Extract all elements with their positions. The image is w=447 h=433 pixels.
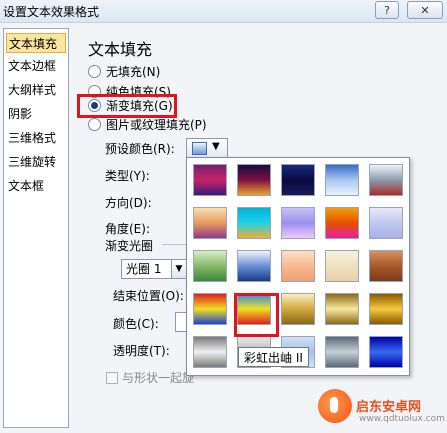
preset-gradient-swatch-24[interactable] <box>325 336 359 368</box>
preset-gradient-swatch-25[interactable] <box>369 336 403 368</box>
radio-button[interactable] <box>88 65 101 78</box>
gradient-stops-label: 渐变光圈 <box>105 239 154 253</box>
preset-gradient-swatch-13[interactable] <box>281 250 315 282</box>
chevron-down-icon: ▼ <box>212 141 220 152</box>
nav-item-3d-rotation[interactable]: 三维旋转 <box>8 152 56 172</box>
preset-gradient-swatch-5[interactable] <box>369 164 403 196</box>
direction-label: 方向(D): <box>105 196 152 210</box>
nav-item-3d-format[interactable]: 三维格式 <box>8 128 56 148</box>
preset-tooltip: 彩虹出岫 II <box>238 347 309 367</box>
rotate-with-shape-checkbox[interactable] <box>106 372 118 384</box>
preset-gradient-swatch-16[interactable] <box>193 293 227 325</box>
radio-label: 图片或纹理填充(P) <box>106 118 207 132</box>
gradient-stop-value: 光圈 1 <box>126 262 162 276</box>
nav-item-label: 文本边框 <box>8 59 57 73</box>
format-text-effects-dialog: 设置文本效果格式 ? ✕ 文本填充 文本边框 大纲样式 阴影 三维格式 三维旋转… <box>0 0 447 433</box>
title-bar: 设置文本效果格式 ? ✕ <box>0 0 447 23</box>
nav-item-label: 阴影 <box>8 107 33 121</box>
nav-item-label: 文本填充 <box>9 37 58 51</box>
nav-item-shadow[interactable]: 阴影 <box>8 104 32 124</box>
angle-label: 角度(E): <box>105 222 150 236</box>
nav-item-text-outline[interactable]: 文本边框 <box>8 56 56 76</box>
preset-colors-button[interactable]: ▼ <box>186 138 228 158</box>
preset-gradient-swatch-11[interactable] <box>193 250 227 282</box>
radio-no-fill[interactable]: 无填充(N) <box>88 64 160 80</box>
nav-item-label: 文本框 <box>8 179 45 193</box>
watermark-name: 启东安卓网 <box>356 400 422 415</box>
dialog-title: 设置文本效果格式 <box>3 5 100 19</box>
preset-gradient-swatch-2[interactable] <box>237 164 271 196</box>
radio-picture-fill[interactable]: 图片或纹理填充(P) <box>88 117 207 133</box>
nav-item-label: 三维格式 <box>8 131 57 145</box>
nav-item-label: 大纲样式 <box>8 83 57 97</box>
preset-gradient-swatch-20[interactable] <box>369 293 403 325</box>
panel-heading: 文本填充 <box>88 40 153 59</box>
preset-gradient-swatch-12[interactable] <box>237 250 271 282</box>
nav-item-text-box[interactable]: 文本框 <box>8 176 44 196</box>
preset-gradient-swatch-7[interactable] <box>237 207 271 239</box>
preset-gradient-swatch-9[interactable] <box>325 207 359 239</box>
chevron-down-icon[interactable]: ▼ <box>171 260 186 278</box>
rotate-with-shape-label: 与形状一起旋 <box>122 371 195 385</box>
end-position-label: 结束位置(O): <box>113 289 184 303</box>
watermark-url: www.qdtuolux.com <box>359 414 445 424</box>
preset-colors-gallery <box>186 157 410 376</box>
gradient-swatch-icon <box>192 142 207 155</box>
help-button[interactable]: ? <box>375 1 399 19</box>
radio-button[interactable] <box>88 118 101 131</box>
preset-gradient-swatch-18[interactable] <box>281 293 315 325</box>
color-label: 颜色(C): <box>113 317 159 331</box>
radio-label: 无填充(N) <box>106 65 161 79</box>
preset-gradient-swatch-4[interactable] <box>325 164 359 196</box>
watermark-logo-icon <box>318 389 352 423</box>
preset-gradient-swatch-21[interactable] <box>193 336 227 368</box>
preset-gradient-swatch-15[interactable] <box>369 250 403 282</box>
preset-gradient-swatch-14[interactable] <box>325 250 359 282</box>
highlight-box <box>234 293 279 337</box>
preset-colors-label: 预设颜色(R): <box>105 142 175 156</box>
preset-gradient-swatch-3[interactable] <box>281 164 315 196</box>
gradient-stop-select[interactable]: 光圈 1 ▼ <box>121 259 187 279</box>
preset-gradient-swatch-6[interactable] <box>193 207 227 239</box>
nav-item-outline-style[interactable]: 大纲样式 <box>8 80 56 100</box>
preset-gradient-swatch-10[interactable] <box>369 207 403 239</box>
category-list: 文本填充 文本边框 大纲样式 阴影 三维格式 三维旋转 文本框 <box>3 28 69 428</box>
nav-item-text-fill[interactable]: 文本填充 <box>6 33 66 53</box>
preset-gradient-swatch-8[interactable] <box>281 207 315 239</box>
nav-item-label: 三维旋转 <box>8 155 57 169</box>
transparency-label: 透明度(T): <box>113 344 170 358</box>
preset-gradient-swatch-19[interactable] <box>325 293 359 325</box>
preset-gradient-swatch-1[interactable] <box>193 164 227 196</box>
highlight-box <box>77 94 177 118</box>
close-button[interactable]: ✕ <box>407 1 443 19</box>
type-label: 类型(Y): <box>105 169 150 183</box>
